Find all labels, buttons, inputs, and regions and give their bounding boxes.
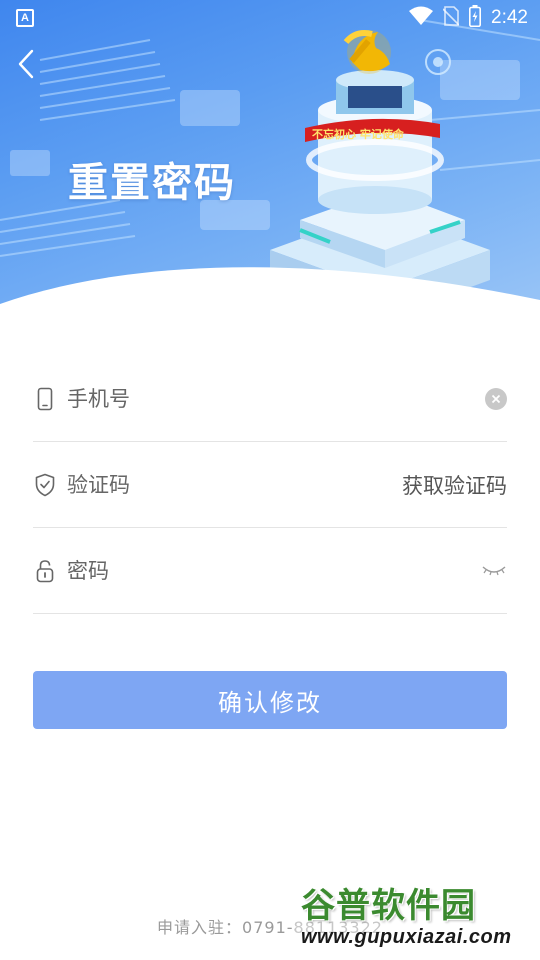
watermark-url: www.gupuxiazai.com [301,926,512,948]
get-code-button[interactable]: 获取验证码 [402,470,507,500]
status-bar: A 2:42 [0,0,540,36]
status-time: 2:42 [491,7,528,28]
page-title: 重置密码 [68,160,236,206]
hero-banner: 不忘初心 牢记使命 A 2:42 重置密码 [0,0,540,340]
password-input[interactable] [67,558,481,583]
no-sim-icon [442,6,460,30]
site-watermark: 谷普软件园 www.gupuxiazai.com [295,874,540,960]
watermark-title: 谷普软件园 [301,886,476,926]
back-button[interactable] [10,48,42,84]
confirm-change-button[interactable]: 确认修改 [33,671,507,729]
clear-icon[interactable] [485,387,507,410]
eye-closed-icon[interactable] [481,563,507,579]
phone-field-row [33,356,507,442]
reset-password-form: 获取验证码 [33,356,507,614]
shield-check-icon [34,473,56,497]
chevron-left-icon [17,49,35,83]
phone-icon [34,387,56,411]
battery-charging-icon [469,5,482,31]
password-field-row [33,528,507,614]
app-notification-icon: A [16,9,34,27]
wifi-icon [409,6,434,30]
verification-code-input[interactable] [67,472,402,497]
code-field-row: 获取验证码 [33,442,507,528]
lock-icon [34,559,56,583]
phone-input[interactable] [67,386,485,411]
